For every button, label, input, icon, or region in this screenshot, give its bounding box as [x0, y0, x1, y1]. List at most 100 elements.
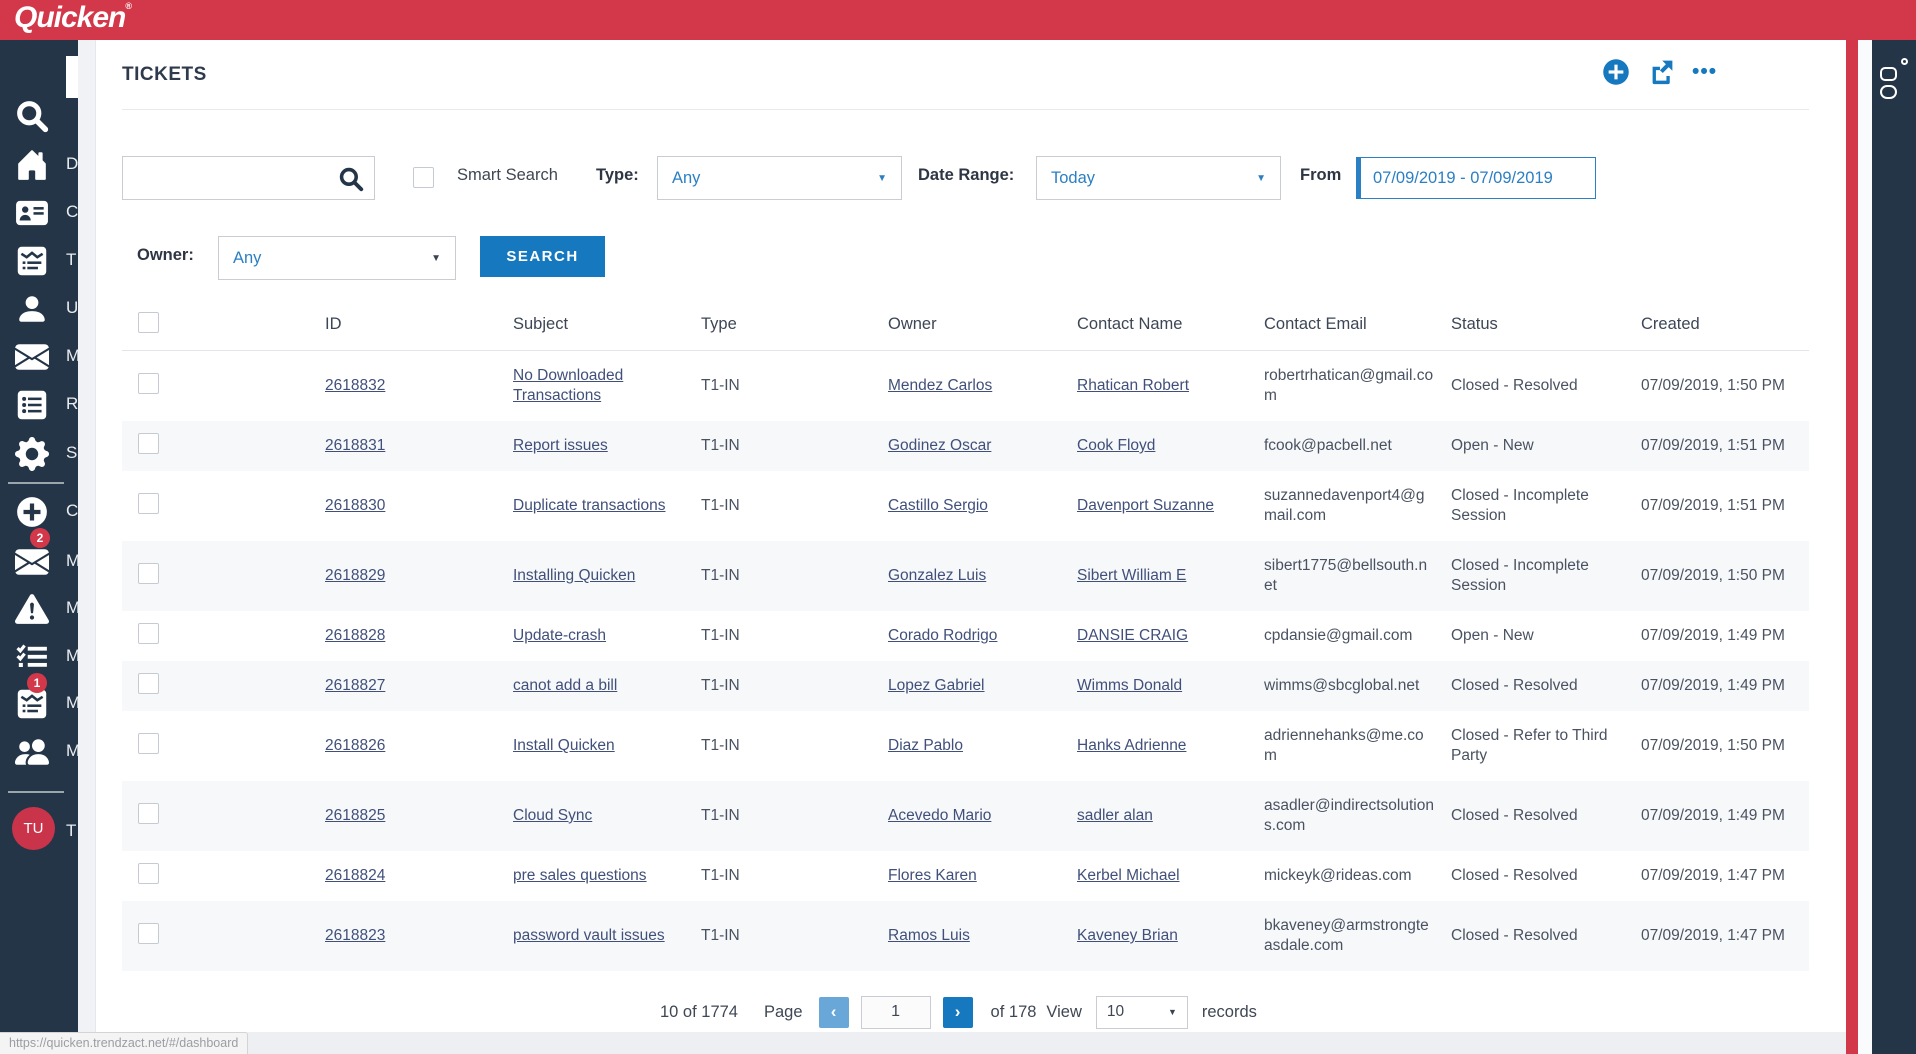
sidebar-item-gear-icon[interactable]: S	[0, 435, 78, 475]
search-icon[interactable]	[338, 166, 364, 192]
smart-search-checkbox[interactable]	[413, 167, 434, 188]
ticket-subject-link[interactable]: pre sales questions	[513, 867, 647, 884]
ticket-created: 07/09/2019, 1:47 PM	[1641, 927, 1785, 944]
records-per-page-select[interactable]: 10 ▼	[1095, 995, 1188, 1029]
contact-name-link[interactable]: Sibert William E	[1077, 567, 1186, 584]
contact-name-link[interactable]: DANSIE CRAIG	[1077, 627, 1188, 644]
contact-name-link[interactable]: Cook Floyd	[1077, 437, 1155, 454]
row-checkbox[interactable]	[138, 803, 159, 824]
from-date-input[interactable]	[1356, 157, 1596, 199]
vertical-widget-icon[interactable]	[1880, 58, 1908, 110]
column-header-created[interactable]: Created	[1641, 315, 1809, 334]
date-range-select[interactable]: Today ▼	[1036, 156, 1281, 200]
ticket-id-link[interactable]: 2618825	[325, 807, 385, 824]
column-header-subject[interactable]: Subject	[513, 315, 701, 334]
sidebar-item-people-icon[interactable]: M	[0, 733, 78, 773]
scrollbar-track[interactable]	[1858, 40, 1872, 1054]
type-select[interactable]: Any ▼	[657, 156, 902, 200]
contact-name-link[interactable]: sadler alan	[1077, 807, 1153, 824]
select-all-checkbox[interactable]	[138, 311, 159, 333]
sidebar-item-mail-icon[interactable]: M	[0, 338, 78, 378]
column-header-owner[interactable]: Owner	[888, 315, 1077, 334]
column-header-type[interactable]: Type	[701, 315, 888, 334]
column-header-id[interactable]: ID	[325, 315, 513, 334]
sidebar-item-ticket-card-icon[interactable]: T	[0, 242, 78, 282]
sidebar-item-label: R	[66, 394, 78, 413]
ticket-id-link[interactable]: 2618828	[325, 627, 385, 644]
ticket-owner-link[interactable]: Castillo Sergio	[888, 497, 988, 514]
sidebar-item-report-list-icon[interactable]: R	[0, 386, 78, 426]
owner-select[interactable]: Any ▼	[218, 236, 456, 280]
ticket-subject-link[interactable]: password vault issues	[513, 927, 665, 944]
ticket-owner-link[interactable]: Acevedo Mario	[888, 807, 991, 824]
quicken-logo[interactable]: Quicken®	[14, 1, 132, 35]
row-checkbox[interactable]	[138, 733, 159, 754]
ticket-subject-link[interactable]: Duplicate transactions	[513, 497, 666, 514]
row-checkbox[interactable]	[138, 493, 159, 514]
ticket-subject-link[interactable]: canot add a bill	[513, 677, 617, 694]
ticket-owner-link[interactable]: Corado Rodrigo	[888, 627, 997, 644]
ticket-subject-link[interactable]: Report issues	[513, 437, 608, 454]
ticket-owner-link[interactable]: Ramos Luis	[888, 927, 970, 944]
ticket-subject-link[interactable]: Install Quicken	[513, 737, 615, 754]
contact-name-link[interactable]: Kerbel Michael	[1077, 867, 1180, 884]
ticket-owner-link[interactable]: Gonzalez Luis	[888, 567, 986, 584]
ticket-id-link[interactable]: 2618829	[325, 567, 385, 584]
sidebar-item-plus-circle-icon[interactable]: C	[0, 493, 78, 533]
ticket-owner-link[interactable]: Diaz Pablo	[888, 737, 963, 754]
sidebar-item-mail-icon[interactable]: M	[0, 543, 78, 583]
search-box	[122, 156, 375, 200]
ticket-subject-link[interactable]: Update-crash	[513, 627, 606, 644]
search-input[interactable]	[123, 157, 338, 199]
sidebar-item-label: C	[66, 501, 78, 520]
row-checkbox[interactable]	[138, 623, 159, 644]
column-header-contact-name[interactable]: Contact Name	[1077, 315, 1264, 334]
next-page-button[interactable]: ›	[942, 996, 973, 1028]
ticket-status: Closed - Resolved	[1451, 677, 1578, 694]
ticket-created: 07/09/2019, 1:47 PM	[1641, 867, 1785, 884]
page-number-input[interactable]	[860, 995, 931, 1029]
ticket-type: T1-IN	[701, 677, 740, 694]
sidebar-item-label: M	[66, 598, 78, 617]
ticket-id-link[interactable]: 2618831	[325, 437, 385, 454]
user-avatar[interactable]: TU	[12, 807, 55, 850]
ticket-id-link[interactable]: 2618823	[325, 927, 385, 944]
sidebar-item-user-icon[interactable]: U	[0, 290, 78, 330]
sidebar-item-contact-card-icon[interactable]: C	[0, 194, 78, 234]
sidebar-item-search-icon[interactable]	[0, 97, 78, 137]
ticket-subject-link[interactable]: No Downloaded Transactions	[513, 367, 623, 404]
search-button[interactable]: SEARCH	[480, 236, 605, 277]
row-checkbox[interactable]	[138, 863, 159, 884]
ticket-owner-link[interactable]: Flores Karen	[888, 867, 977, 884]
row-checkbox[interactable]	[138, 563, 159, 584]
share-icon[interactable]	[1647, 58, 1675, 86]
contact-name-link[interactable]: Wimms Donald	[1077, 677, 1182, 694]
add-circle-icon[interactable]	[1602, 58, 1630, 86]
ticket-owner-link[interactable]: Lopez Gabriel	[888, 677, 985, 694]
row-checkbox[interactable]	[138, 373, 159, 394]
column-header-status[interactable]: Status	[1451, 315, 1641, 334]
more-ellipsis-icon[interactable]: •••	[1692, 58, 1717, 86]
sidebar-item-home-icon[interactable]: D	[0, 146, 78, 186]
ticket-id-link[interactable]: 2618824	[325, 867, 385, 884]
contact-name-link[interactable]: Davenport Suzanne	[1077, 497, 1214, 514]
row-checkbox[interactable]	[138, 923, 159, 944]
contact-name-link[interactable]: Kaveney Brian	[1077, 927, 1178, 944]
contact-name-link[interactable]: Hanks Adrienne	[1077, 737, 1186, 754]
ticket-id-link[interactable]: 2618830	[325, 497, 385, 514]
ticket-id-link[interactable]: 2618827	[325, 677, 385, 694]
ticket-id-link[interactable]: 2618832	[325, 377, 385, 394]
sidebar-item-checklist-icon[interactable]: M	[0, 638, 78, 678]
prev-page-button[interactable]: ‹	[818, 996, 849, 1028]
row-checkbox[interactable]	[138, 433, 159, 454]
row-checkbox[interactable]	[138, 673, 159, 694]
ticket-owner-link[interactable]: Godinez Oscar	[888, 437, 991, 454]
ticket-id-link[interactable]: 2618826	[325, 737, 385, 754]
filter-row-1: Smart Search Type: Any ▼ Date Range: Tod…	[122, 156, 1809, 200]
column-header-contact-email[interactable]: Contact Email	[1264, 315, 1451, 334]
ticket-subject-link[interactable]: Installing Quicken	[513, 567, 635, 584]
contact-name-link[interactable]: Rhatican Robert	[1077, 377, 1189, 394]
ticket-subject-link[interactable]: Cloud Sync	[513, 807, 592, 824]
sidebar-item-warning-icon[interactable]: M	[0, 590, 78, 630]
ticket-owner-link[interactable]: Mendez Carlos	[888, 377, 992, 394]
